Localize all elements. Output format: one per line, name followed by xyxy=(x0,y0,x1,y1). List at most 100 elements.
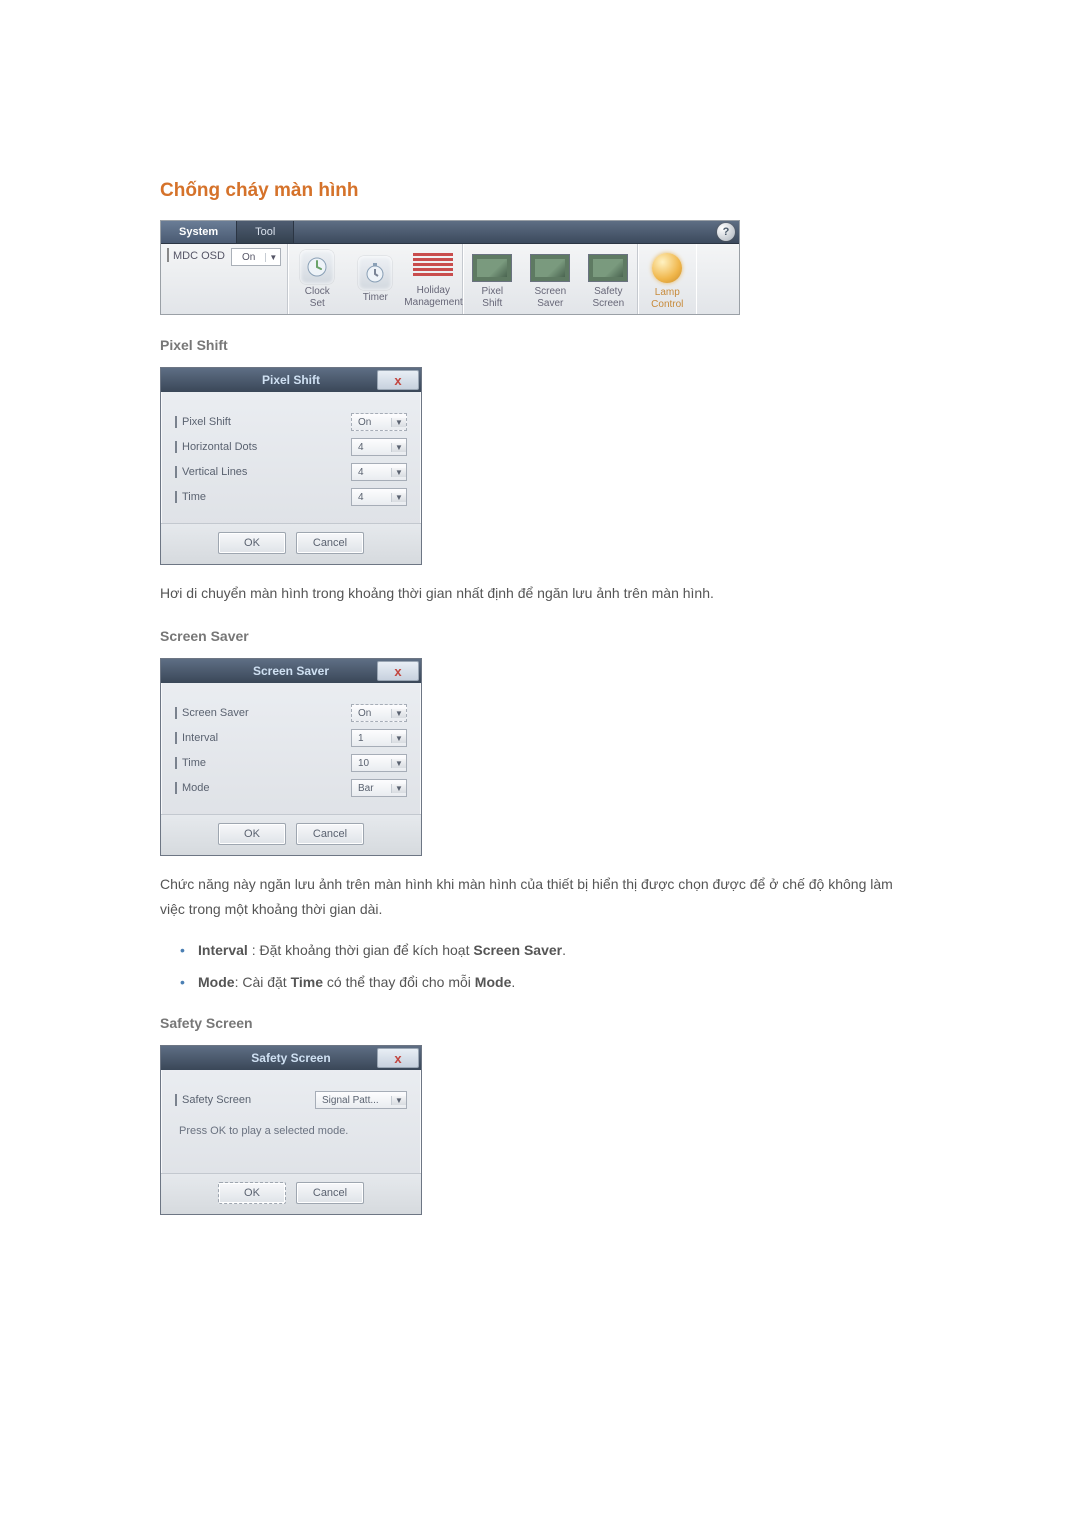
screen-saver-label: Screen Saver xyxy=(521,286,579,310)
page-title: Chống cháy màn hình xyxy=(160,180,920,202)
dialog-screen-saver: Screen Saver x Screen Saver On ▼ Interva… xyxy=(160,658,422,856)
row-time: Time 4 ▼ xyxy=(175,488,407,506)
note-text: . xyxy=(511,974,515,990)
mdc-osd-value: On xyxy=(232,252,265,263)
row-horizontal-dots: Horizontal Dots 4 ▼ xyxy=(175,438,407,456)
cancel-button[interactable]: Cancel xyxy=(296,823,364,845)
row-mode: Mode Bar ▼ xyxy=(175,779,407,797)
value-vertical-lines: 4 xyxy=(352,467,391,478)
help-icon[interactable]: ? xyxy=(717,223,735,241)
label-mode: Mode xyxy=(175,782,210,794)
value-mode: Bar xyxy=(352,783,391,794)
tab-tool[interactable]: Tool xyxy=(237,221,294,243)
heading-screen-saver: Screen Saver xyxy=(160,628,920,644)
chevron-down-icon: ▼ xyxy=(391,1096,406,1105)
dialog-buttons: OK Cancel xyxy=(161,1173,421,1214)
lamp-control-button[interactable]: Lamp Control xyxy=(638,245,696,313)
lamp-icon xyxy=(652,253,682,283)
row-interval: Interval 1 ▼ xyxy=(175,729,407,747)
label-screen-saver: Screen Saver xyxy=(175,707,249,719)
close-button[interactable]: x xyxy=(377,370,419,390)
safety-screen-icon xyxy=(588,254,628,282)
heading-safety-screen: Safety Screen xyxy=(160,1015,920,1031)
dialog-title-text: Safety Screen xyxy=(251,1051,330,1065)
select-interval[interactable]: 1 ▼ xyxy=(351,729,407,747)
clock-set-label: Clock Set xyxy=(288,286,346,310)
label-pixel-shift: Pixel Shift xyxy=(175,416,231,428)
note-time-key: Time xyxy=(291,974,323,990)
value-horizontal-dots: 4 xyxy=(352,442,391,453)
heading-pixel-shift: Pixel Shift xyxy=(160,337,920,353)
ok-button[interactable]: OK xyxy=(218,532,286,554)
dialog-buttons: OK Cancel xyxy=(161,523,421,564)
select-vertical-lines[interactable]: 4 ▼ xyxy=(351,463,407,481)
row-safety-screen: Safety Screen Signal Patt... ▼ xyxy=(175,1091,407,1109)
value-time: 4 xyxy=(352,492,391,503)
row-screen-saver: Screen Saver On ▼ xyxy=(175,704,407,722)
dialog-body: Screen Saver On ▼ Interval 1 ▼ Time 10 ▼ xyxy=(161,683,421,814)
note-text: có thể thay đổi cho mỗi xyxy=(323,974,475,990)
toolbar-group-lamp: Lamp Control xyxy=(638,244,696,314)
select-screen-saver[interactable]: On ▼ xyxy=(351,704,407,722)
tab-system[interactable]: System xyxy=(161,221,237,243)
value-screen-saver: On xyxy=(352,708,391,719)
select-pixel-shift[interactable]: On ▼ xyxy=(351,413,407,431)
pixel-shift-button[interactable]: Pixel Shift xyxy=(463,246,521,312)
clock-icon xyxy=(300,250,334,284)
timer-icon xyxy=(358,256,392,290)
mdc-osd-section: MDC OSD On ▼ xyxy=(161,244,288,314)
note-interval-key: Interval xyxy=(198,942,248,958)
note-text: : Đặt khoảng thời gian để kích hoạt xyxy=(248,942,474,958)
close-button[interactable]: x xyxy=(377,1048,419,1068)
ok-button[interactable]: OK xyxy=(218,1182,286,1204)
label-ss-time: Time xyxy=(175,757,206,769)
paragraph-pixel-shift: Hơi di chuyển màn hình trong khoảng thời… xyxy=(160,581,920,606)
toolbar-tab-strip: System Tool ? xyxy=(161,221,739,244)
chevron-down-icon: ▼ xyxy=(391,784,406,793)
chevron-down-icon: ▼ xyxy=(391,468,406,477)
cancel-button[interactable]: Cancel xyxy=(296,1182,364,1204)
chevron-down-icon: ▼ xyxy=(391,734,406,743)
list-item: Interval : Đặt khoảng thời gian để kích … xyxy=(180,939,920,961)
system-toolbar: System Tool ? MDC OSD On ▼ Clock Set xyxy=(160,220,740,315)
dialog-body: Safety Screen Signal Patt... ▼ Press OK … xyxy=(161,1070,421,1173)
safety-screen-info: Press OK to play a selected mode. xyxy=(179,1125,407,1137)
row-ss-time: Time 10 ▼ xyxy=(175,754,407,772)
note-mode-key: Mode xyxy=(198,974,235,990)
ok-button[interactable]: OK xyxy=(218,823,286,845)
label-time: Time xyxy=(175,491,206,503)
chevron-down-icon: ▼ xyxy=(391,418,406,427)
calendar-icon xyxy=(413,253,453,281)
note-mode-key2: Mode xyxy=(475,974,512,990)
chevron-down-icon: ▼ xyxy=(265,253,280,262)
note-text: : Cài đặt xyxy=(235,974,291,990)
label-interval: Interval xyxy=(175,732,218,744)
label-safety-screen: Safety Screen xyxy=(175,1094,251,1106)
chevron-down-icon: ▼ xyxy=(391,709,406,718)
pixel-shift-label: Pixel Shift xyxy=(463,286,521,310)
label-vertical-lines: Vertical Lines xyxy=(175,466,247,478)
dialog-pixel-shift: Pixel Shift x Pixel Shift On ▼ Horizonta… xyxy=(160,367,422,565)
screen-saver-button[interactable]: Screen Saver xyxy=(521,246,579,312)
dialog-title-screen-saver: Screen Saver x xyxy=(161,659,421,683)
toolbar-group-time: Clock Set Timer Holiday Management xyxy=(288,244,463,314)
timer-button[interactable]: Timer xyxy=(346,252,404,306)
close-button[interactable]: x xyxy=(377,661,419,681)
dialog-safety-screen: Safety Screen x Safety Screen Signal Pat… xyxy=(160,1045,422,1215)
dialog-body: Pixel Shift On ▼ Horizontal Dots 4 ▼ Ver… xyxy=(161,392,421,523)
chevron-down-icon: ▼ xyxy=(391,759,406,768)
holiday-button[interactable]: Holiday Management xyxy=(404,247,462,311)
select-horizontal-dots[interactable]: 4 ▼ xyxy=(351,438,407,456)
clock-set-button[interactable]: Clock Set xyxy=(288,246,346,312)
select-time[interactable]: 4 ▼ xyxy=(351,488,407,506)
chevron-down-icon: ▼ xyxy=(391,443,406,452)
note-text: . xyxy=(562,942,566,958)
toolbar-group-screen: Pixel Shift Screen Saver Safety Screen xyxy=(463,244,638,314)
notes-list: Interval : Đặt khoảng thời gian để kích … xyxy=(160,939,920,994)
mdc-osd-select[interactable]: On ▼ xyxy=(231,248,281,266)
select-safety-screen[interactable]: Signal Patt... ▼ xyxy=(315,1091,407,1109)
select-ss-time[interactable]: 10 ▼ xyxy=(351,754,407,772)
safety-screen-button[interactable]: Safety Screen xyxy=(579,246,637,312)
select-mode[interactable]: Bar ▼ xyxy=(351,779,407,797)
cancel-button[interactable]: Cancel xyxy=(296,532,364,554)
